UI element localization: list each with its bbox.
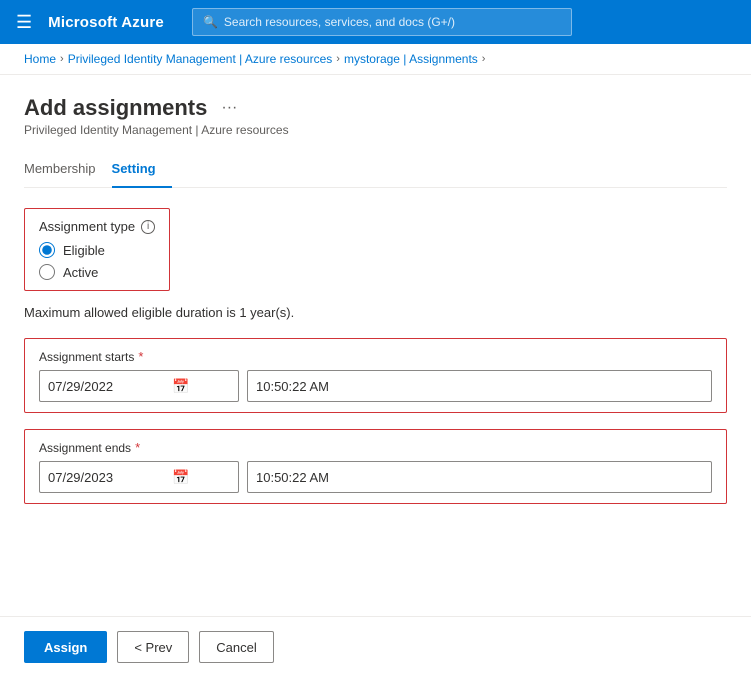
cancel-button[interactable]: Cancel: [199, 631, 273, 663]
assignment-type-label: Assignment type i: [39, 219, 155, 234]
tab-setting[interactable]: Setting: [112, 153, 172, 188]
assignment-starts-time-input[interactable]: [247, 370, 712, 402]
radio-eligible-label: Eligible: [63, 243, 105, 258]
app-logo: Microsoft Azure: [48, 14, 164, 31]
assignment-ends-date-input[interactable]: [48, 470, 168, 485]
ellipsis-button[interactable]: ···: [215, 97, 243, 119]
assignment-ends-label: Assignment ends *: [39, 440, 712, 455]
assignment-type-radio-group: Eligible Active: [39, 242, 155, 280]
main-content: Add assignments ··· Privileged Identity …: [0, 75, 751, 616]
assignment-starts-required: *: [138, 349, 143, 364]
tab-membership[interactable]: Membership: [24, 153, 112, 188]
assignment-ends-date-wrapper[interactable]: 📅: [39, 461, 239, 493]
page-header: Add assignments ···: [24, 95, 727, 121]
info-text: Maximum allowed eligible duration is 1 y…: [24, 305, 727, 320]
assignment-type-box: Assignment type i Eligible Active: [24, 208, 170, 291]
page-title: Add assignments: [24, 95, 207, 121]
radio-eligible[interactable]: Eligible: [39, 242, 155, 258]
breadcrumb: Home › Privileged Identity Management | …: [0, 44, 751, 75]
assignment-starts-date-input[interactable]: [48, 379, 168, 394]
assignment-ends-group: Assignment ends * 📅: [24, 429, 727, 504]
topbar: ☰ Microsoft Azure 🔍 Search resources, se…: [0, 0, 751, 44]
search-placeholder-text: Search resources, services, and docs (G+…: [224, 15, 455, 29]
page-subtitle: Privileged Identity Management | Azure r…: [24, 123, 727, 137]
search-bar[interactable]: 🔍 Search resources, services, and docs (…: [192, 8, 572, 36]
assignment-ends-calendar-icon[interactable]: 📅: [172, 469, 189, 486]
assignment-starts-row: 📅: [39, 370, 712, 402]
assignment-starts-date-wrapper[interactable]: 📅: [39, 370, 239, 402]
breadcrumb-home[interactable]: Home: [24, 52, 56, 66]
radio-active[interactable]: Active: [39, 264, 155, 280]
footer: Assign < Prev Cancel: [0, 616, 751, 677]
tabs: Membership Setting: [24, 153, 727, 188]
assignment-ends-row: 📅: [39, 461, 712, 493]
search-icon: 🔍: [203, 15, 218, 29]
radio-eligible-input[interactable]: [39, 242, 55, 258]
hamburger-icon[interactable]: ☰: [12, 8, 36, 37]
assign-button[interactable]: Assign: [24, 631, 107, 663]
breadcrumb-sep-2: ›: [336, 53, 340, 65]
assignment-starts-group: Assignment starts * 📅: [24, 338, 727, 413]
assignment-starts-label: Assignment starts *: [39, 349, 712, 364]
prev-button[interactable]: < Prev: [117, 631, 189, 663]
assignment-starts-calendar-icon[interactable]: 📅: [172, 378, 189, 395]
breadcrumb-mystorage[interactable]: mystorage | Assignments: [344, 52, 478, 66]
breadcrumb-sep-3: ›: [482, 53, 486, 65]
assignment-type-info-icon[interactable]: i: [141, 220, 155, 234]
breadcrumb-pim[interactable]: Privileged Identity Management | Azure r…: [68, 52, 333, 66]
radio-active-input[interactable]: [39, 264, 55, 280]
assignment-ends-time-input[interactable]: [247, 461, 712, 493]
radio-active-label: Active: [63, 265, 98, 280]
breadcrumb-sep-1: ›: [60, 53, 64, 65]
assignment-ends-required: *: [135, 440, 140, 455]
